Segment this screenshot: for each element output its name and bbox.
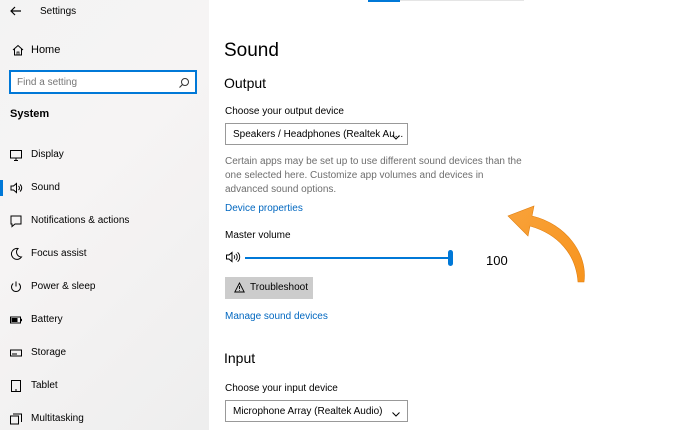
sidebar-item-label: Storage (31, 347, 67, 358)
title-bar: Settings (0, 0, 209, 24)
multitasking-icon (9, 412, 23, 426)
output-heading: Output (224, 75, 267, 91)
sidebar-item-label: Sound (31, 182, 60, 193)
master-volume-value: 100 (486, 253, 508, 268)
page-title: Sound (224, 40, 279, 61)
master-volume-slider[interactable] (245, 250, 455, 266)
display-icon (9, 148, 23, 162)
sidebar-item-label: Notifications & actions (31, 215, 130, 226)
sidebar-item-multitasking[interactable]: Multitasking (0, 406, 209, 430)
input-device-label: Choose your input device (225, 383, 338, 394)
sidebar-item-tablet[interactable]: Tablet (0, 373, 209, 399)
chevron-down-icon (391, 129, 401, 140)
volume-icon[interactable] (225, 250, 241, 264)
search-icon[interactable] (178, 76, 190, 88)
notifications-icon (9, 214, 23, 228)
sidebar-item-power-sleep[interactable]: Power & sleep (0, 274, 209, 300)
moon-icon (9, 247, 23, 261)
sidebar-item-label: Multitasking (31, 413, 84, 424)
sidebar: Settings Home System Display Sound Notif… (0, 0, 209, 430)
output-device-value: Speakers / Headphones (Realtek Au... (233, 129, 404, 140)
manage-sound-devices-link[interactable]: Manage sound devices (225, 311, 328, 322)
input-device-value: Microphone Array (Realtek Audio) (233, 406, 383, 417)
sidebar-item-label: Power & sleep (31, 281, 96, 292)
sidebar-item-label: Tablet (31, 380, 58, 391)
annotation-arrow-icon (507, 205, 585, 283)
speaker-icon (9, 181, 23, 195)
sidebar-item-label: Home (31, 44, 61, 56)
home-icon (11, 43, 25, 57)
top-tab-indicator (368, 0, 400, 2)
device-properties-link[interactable]: Device properties (225, 203, 303, 214)
input-device-dropdown[interactable]: Microphone Array (Realtek Audio) (225, 400, 408, 422)
sidebar-item-sound[interactable]: Sound (0, 175, 209, 201)
sidebar-item-display[interactable]: Display (0, 142, 209, 168)
slider-thumb[interactable] (448, 250, 453, 266)
tablet-icon (9, 379, 23, 393)
output-device-dropdown[interactable]: Speakers / Headphones (Realtek Au... (225, 123, 408, 145)
search-input[interactable] (17, 75, 167, 89)
troubleshoot-label: Troubleshoot (250, 282, 308, 293)
sidebar-section-label: System (10, 108, 50, 120)
battery-icon (9, 313, 23, 327)
sidebar-item-focus-assist[interactable]: Focus assist (0, 241, 209, 267)
app-title: Settings (40, 6, 77, 17)
storage-icon (9, 346, 23, 360)
back-arrow-icon[interactable] (8, 4, 24, 20)
sidebar-item-label: Display (31, 149, 64, 160)
troubleshoot-button[interactable]: Troubleshoot (225, 277, 313, 299)
search-box[interactable] (9, 70, 197, 94)
sidebar-item-home[interactable]: Home (0, 40, 209, 62)
main-content: Sound Output Choose your output device S… (209, 0, 700, 430)
input-heading: Input (224, 350, 256, 366)
power-icon (9, 280, 23, 294)
selection-indicator (0, 180, 3, 196)
output-device-label: Choose your output device (225, 106, 344, 117)
sidebar-item-label: Battery (31, 314, 63, 325)
sidebar-item-label: Focus assist (31, 248, 87, 259)
chevron-down-icon (391, 406, 401, 417)
sidebar-item-battery[interactable]: Battery (0, 307, 209, 333)
warning-icon (234, 282, 245, 293)
top-divider (400, 0, 524, 1)
slider-track (245, 257, 450, 259)
sidebar-item-storage[interactable]: Storage (0, 340, 209, 366)
sidebar-item-notifications[interactable]: Notifications & actions (0, 208, 209, 234)
output-description: Certain apps may be set up to use differ… (225, 156, 522, 195)
master-volume-label: Master volume (225, 230, 291, 241)
